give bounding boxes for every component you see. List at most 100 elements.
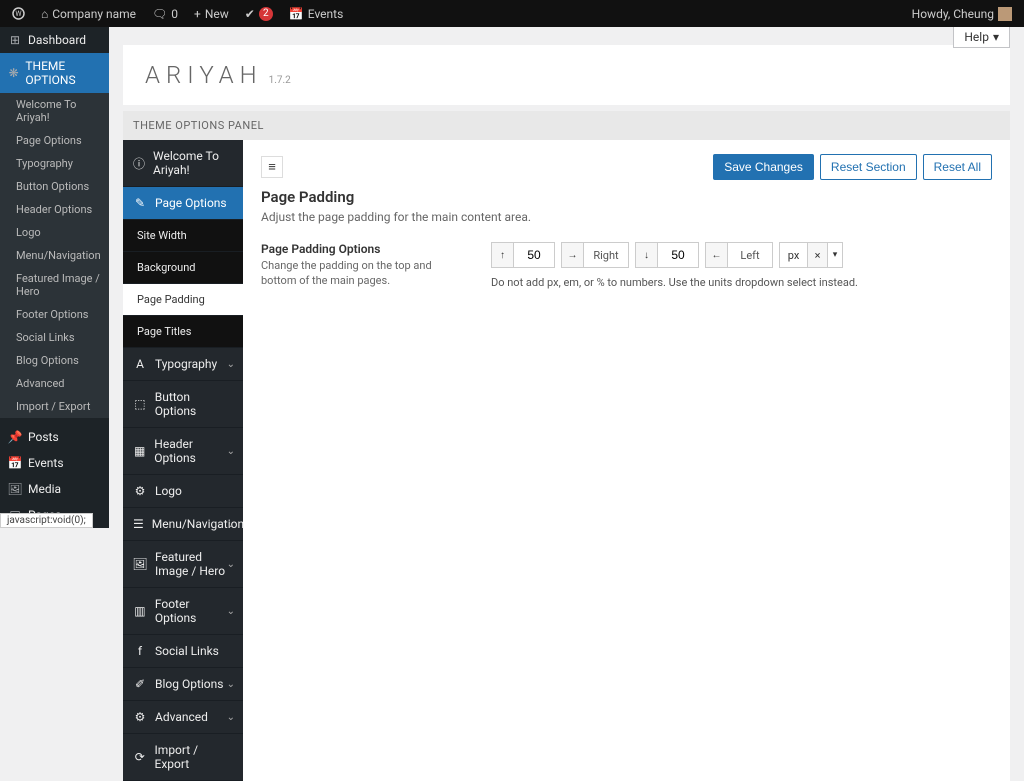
chevron-down-icon: ⌄ — [227, 606, 235, 617]
events-link[interactable]: 📅Events — [283, 7, 349, 21]
rside-page-options[interactable]: ✎Page Options — [123, 187, 243, 220]
section-desc: Adjust the page padding for the main con… — [261, 210, 992, 224]
pencil-icon: ✐ — [133, 677, 147, 691]
howdy-user[interactable]: Howdy, Cheung — [906, 7, 1018, 21]
padding-bottom-input[interactable] — [658, 243, 698, 267]
list-icon: ≡ — [268, 159, 276, 175]
save-button[interactable]: Save Changes — [713, 154, 814, 180]
dashboard-icon: ⊞ — [8, 33, 22, 47]
theme-name: ARIYAH — [145, 61, 263, 89]
options-panel: ⓘWelcome To Ariyah! ✎Page Options Site W… — [123, 140, 1010, 781]
submenu-featured[interactable]: Featured Image / Hero — [0, 267, 109, 303]
unit-select[interactable]: px × ▾ — [779, 242, 843, 268]
image-icon: 🖼 — [133, 557, 147, 571]
rside-button-options[interactable]: ⬚Button Options — [123, 381, 243, 428]
plus-icon: + — [194, 7, 201, 21]
menu-theme-options[interactable]: ❋THEME OPTIONS — [0, 53, 109, 93]
submenu-logo[interactable]: Logo — [0, 221, 109, 244]
submenu-menu-nav[interactable]: Menu/Navigation — [0, 244, 109, 267]
footer-icon: ▥ — [133, 604, 147, 618]
collapse-sidebar-button[interactable]: ≡ — [261, 156, 283, 178]
button-icon: ⬚ — [133, 397, 147, 411]
wp-admin-bar: W ⌂Company name 🗨0 +New ✔2 📅Events Howdy… — [0, 0, 1024, 27]
arrow-right-icon[interactable]: → — [562, 243, 584, 267]
padding-top-input[interactable] — [514, 243, 554, 267]
comment-icon: 🗨 — [152, 7, 167, 21]
chevron-down-icon: ⌄ — [227, 359, 235, 370]
reset-section-button[interactable]: Reset Section — [820, 154, 917, 180]
rside-page-titles[interactable]: Page Titles — [123, 316, 243, 348]
cogs-icon: ⚙ — [133, 710, 147, 724]
comments-bubble[interactable]: 🗨0 — [146, 7, 184, 21]
field-page-padding: Page Padding Options Change the padding … — [261, 242, 992, 289]
v-item[interactable]: ✔2 — [239, 7, 279, 21]
site-name[interactable]: ⌂Company name — [35, 7, 142, 21]
rside-social[interactable]: fSocial Links — [123, 635, 243, 668]
submenu-blog[interactable]: Blog Options — [0, 349, 109, 372]
wp-logo[interactable]: W — [6, 7, 31, 20]
rside-logo[interactable]: ⚙Logo — [123, 475, 243, 508]
submenu-header-options[interactable]: Header Options — [0, 198, 109, 221]
rside-welcome[interactable]: ⓘWelcome To Ariyah! — [123, 140, 243, 187]
rside-blog[interactable]: ✐Blog Options⌄ — [123, 668, 243, 701]
header-icon: ▦ — [133, 444, 146, 458]
field-title: Page Padding Options — [261, 242, 461, 256]
rside-typography[interactable]: ATypography⌄ — [123, 348, 243, 381]
font-icon: A — [133, 357, 147, 371]
submenu-typography[interactable]: Typography — [0, 152, 109, 175]
rside-menu-nav[interactable]: ☰Menu/Navigation⌄ — [123, 508, 243, 541]
chevron-down-icon: ⌄ — [227, 446, 235, 457]
submenu-footer[interactable]: Footer Options — [0, 303, 109, 326]
reset-all-button[interactable]: Reset All — [923, 154, 992, 180]
chevron-down-icon[interactable]: ▾ — [828, 243, 842, 267]
svg-text:W: W — [15, 10, 22, 18]
section-title: Page Padding — [261, 188, 992, 206]
new-content[interactable]: +New — [188, 7, 235, 21]
menu-media[interactable]: 🖼Media — [0, 476, 109, 502]
rside-import-export[interactable]: ⟳Import / Export — [123, 734, 243, 781]
panel-label: THEME OPTIONS PANEL — [123, 111, 1010, 140]
submenu-social[interactable]: Social Links — [0, 326, 109, 349]
info-icon: ⓘ — [133, 155, 145, 172]
content-wrap: Help▾ ARIYAH 1.7.2 THEME OPTIONS PANEL ⓘ… — [109, 27, 1024, 528]
menu-events[interactable]: 📅Events — [0, 450, 109, 476]
menu-dashboard[interactable]: ⊞Dashboard — [0, 27, 109, 53]
arrow-down-icon[interactable]: ↓ — [636, 243, 658, 267]
home-icon: ⌂ — [41, 7, 48, 21]
refresh-icon: ⟳ — [133, 750, 147, 764]
submenu-welcome[interactable]: Welcome To Ariyah! — [0, 93, 109, 129]
content-pane: ≡ Save Changes Reset Section Reset All P… — [243, 140, 1010, 781]
gear-icon: ⚙ — [133, 484, 147, 498]
chevron-down-icon: ⌄ — [227, 679, 235, 690]
arrow-up-icon[interactable]: ↑ — [492, 243, 514, 267]
rside-featured[interactable]: 🖼Featured Image / Hero⌄ — [123, 541, 243, 588]
chevron-down-icon: ▾ — [993, 30, 999, 44]
menu-posts[interactable]: 📌Posts — [0, 424, 109, 450]
rside-page-padding[interactable]: Page Padding — [123, 284, 243, 316]
avatar — [998, 7, 1012, 21]
submenu-advanced[interactable]: Advanced — [0, 372, 109, 395]
pin-icon: 📌 — [8, 430, 22, 444]
calendar-icon: 📅 — [289, 7, 304, 21]
submenu-button-options[interactable]: Button Options — [0, 175, 109, 198]
check-icon: ✔ — [245, 7, 255, 21]
rside-site-width[interactable]: Site Width — [123, 220, 243, 252]
field-desc: Change the padding on the top and bottom… — [261, 258, 461, 289]
theme-header: ARIYAH 1.7.2 — [123, 45, 1010, 105]
menu-icon: ☰ — [133, 517, 144, 531]
rside-footer[interactable]: ▥Footer Options⌄ — [123, 588, 243, 635]
media-icon: 🖼 — [8, 482, 22, 496]
submenu-import-export[interactable]: Import / Export — [0, 395, 109, 418]
submenu-page-options[interactable]: Page Options — [0, 129, 109, 152]
clear-icon[interactable]: × — [808, 243, 828, 267]
rside-advanced[interactable]: ⚙Advanced⌄ — [123, 701, 243, 734]
padding-bottom-group: ↓ — [635, 242, 699, 268]
rside-header-options[interactable]: ▦Header Options⌄ — [123, 428, 243, 475]
rside-background[interactable]: Background — [123, 252, 243, 284]
arrow-left-icon[interactable]: ← — [706, 243, 728, 267]
help-dropdown[interactable]: Help▾ — [953, 27, 1010, 48]
padding-right-group: → Right — [561, 242, 629, 268]
padding-right-label: Right — [584, 243, 628, 267]
edit-icon: ✎ — [133, 196, 147, 210]
calendar-icon: 📅 — [8, 456, 22, 470]
